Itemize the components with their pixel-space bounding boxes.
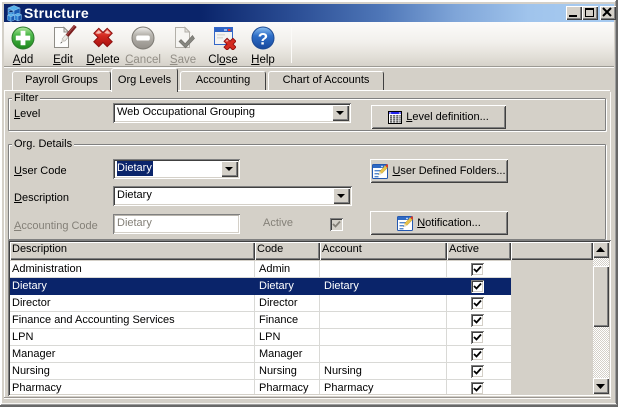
svg-text:?: ?: [258, 30, 268, 49]
